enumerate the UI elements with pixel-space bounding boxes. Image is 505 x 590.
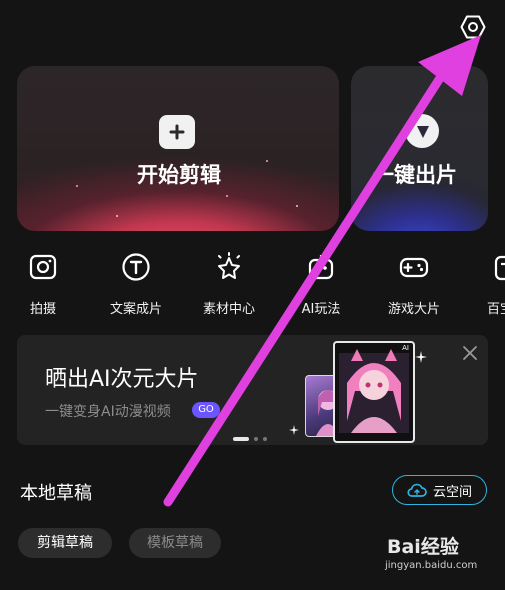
banner-title: 晒出AI次元大片	[45, 367, 199, 392]
sparkle-icon	[289, 425, 299, 435]
ai-robot-icon	[308, 255, 334, 280]
tool-ai-play-label: AI玩法	[301, 302, 341, 317]
tab-template-drafts[interactable]: 模板草稿	[129, 528, 221, 558]
one-click-video-card[interactable]: 一键出片	[351, 66, 488, 231]
sparkle-icon	[415, 351, 427, 363]
baidu-watermark: Bai经验 jingyan.baidu.com	[385, 532, 495, 582]
tool-material-center-label: 素材中心	[202, 302, 255, 317]
tool-game-video-label: 游戏大片	[387, 302, 440, 317]
tool-toolbox-label: 百宝	[487, 302, 505, 317]
carousel-dot-active[interactable]	[233, 437, 249, 441]
promo-banner[interactable]: 晒出AI次元大片 一键变身AI动漫视频 GO AI	[17, 335, 488, 445]
settings-button[interactable]	[458, 12, 488, 42]
gamepad-icon	[399, 257, 429, 278]
tool-text-to-video[interactable]: 文案成片	[96, 252, 176, 317]
carousel-dot[interactable]	[263, 437, 267, 441]
settings-hexagon-icon	[460, 15, 486, 39]
one-click-video-label: 一键出片	[373, 163, 457, 187]
carousel-dot[interactable]	[254, 437, 258, 441]
play-circle-icon	[405, 114, 439, 148]
add-project-icon	[159, 115, 195, 149]
start-editing-label: 开始剪辑	[137, 163, 221, 187]
tool-game-video[interactable]: 游戏大片	[374, 252, 454, 317]
go-badge[interactable]: GO	[192, 402, 220, 418]
local-drafts-title: 本地草稿	[20, 483, 92, 504]
sparkle-star-icon	[218, 252, 240, 279]
anime-card-large: AI	[333, 341, 415, 443]
close-icon[interactable]	[460, 343, 480, 363]
cloud-space-button[interactable]: 云空间	[392, 475, 487, 505]
watermark-brand: Bai经验	[387, 536, 459, 558]
camera-icon	[29, 254, 57, 280]
card-tag: AI	[402, 344, 409, 352]
tool-shoot[interactable]: 拍摄	[3, 252, 83, 317]
tool-ai-play[interactable]: AI玩法	[281, 252, 361, 317]
toolbox-icon	[494, 255, 505, 281]
start-editing-card[interactable]: 开始剪辑	[17, 66, 339, 231]
tab-edit-drafts[interactable]: 剪辑草稿	[18, 528, 112, 558]
tool-text-to-video-label: 文案成片	[109, 302, 162, 317]
tool-material-center[interactable]: 素材中心	[189, 252, 269, 317]
banner-subtitle: 一键变身AI动漫视频	[45, 404, 171, 420]
cloud-space-label: 云空间	[432, 484, 472, 500]
watermark-url: jingyan.baidu.com	[385, 560, 478, 571]
cloud-icon	[407, 483, 427, 497]
tool-shoot-label: 拍摄	[29, 302, 56, 317]
text-t-icon	[122, 253, 150, 281]
tool-toolbox[interactable]: 百宝	[465, 252, 505, 317]
